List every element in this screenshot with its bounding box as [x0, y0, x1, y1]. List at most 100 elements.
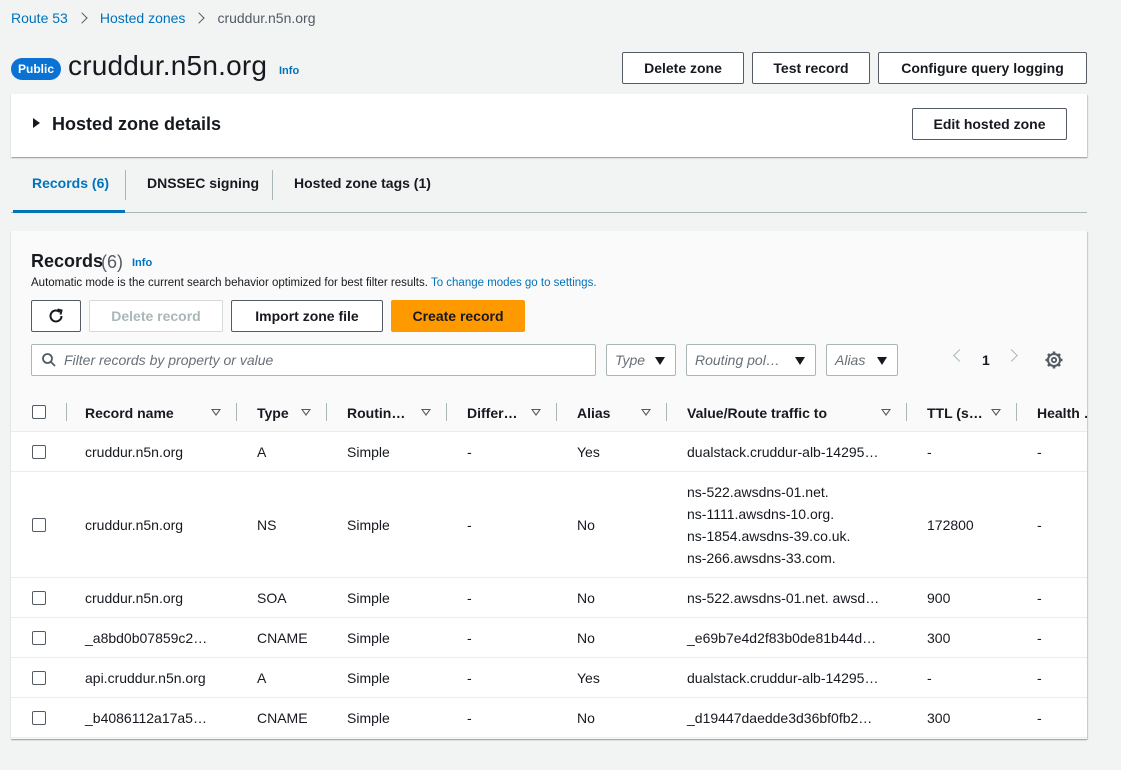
edit-hosted-zone-button[interactable]: Edit hosted zone [912, 108, 1067, 140]
sort-icon[interactable] [211, 409, 221, 416]
column-header-ttl[interactable]: TTL (s… [927, 405, 983, 421]
refresh-button[interactable] [31, 300, 81, 332]
column-header-type[interactable]: Type [257, 405, 289, 421]
row-checkbox[interactable] [32, 591, 46, 605]
tab-records[interactable]: Records (6) [32, 175, 109, 191]
record-differentiator: - [467, 517, 472, 533]
record-ttl: 300 [927, 710, 951, 726]
table-row[interactable]: _a8bd0b07859c2… CNAME Simple - No _e69b7… [11, 618, 1087, 658]
record-alias: No [577, 710, 595, 726]
column-header-health-check[interactable]: Health … [1037, 405, 1087, 421]
record-name: _b4086112a17a5… [85, 710, 207, 726]
table-row[interactable]: cruddur.n5n.org NS Simple - No ns-522.aw… [11, 472, 1087, 578]
type-filter-select[interactable]: Type [606, 344, 676, 376]
breadcrumb-hosted-zones[interactable]: Hosted zones [100, 10, 186, 26]
record-ttl: 300 [927, 630, 951, 646]
row-checkbox[interactable] [32, 518, 46, 532]
routing-filter-label: Routing pol… [695, 352, 780, 368]
record-type: SOA [257, 590, 287, 606]
table-header: Record name Type Routin… Differ… Alias V… [11, 392, 1087, 432]
caret-right-icon[interactable] [33, 118, 40, 128]
next-page-icon[interactable] [1005, 349, 1018, 362]
table-row[interactable]: cruddur.n5n.org SOA Simple - No ns-522.a… [11, 578, 1087, 618]
column-separator [556, 403, 557, 421]
sort-icon[interactable] [301, 409, 311, 416]
search-placeholder: Filter records by property or value [64, 352, 274, 368]
alias-filter-select[interactable]: Alias [826, 344, 898, 376]
record-value: _e69b7e4d2f83b0de81b44d… [687, 630, 877, 646]
row-checkbox[interactable] [32, 711, 46, 725]
ns-value-line: ns-1111.awsdns-10.org. [687, 506, 835, 522]
hosted-zone-details-panel: Hosted zone details Edit hosted zone [11, 94, 1087, 157]
records-description-text: Automatic mode is the current search beh… [31, 277, 428, 289]
change-modes-link[interactable]: To change modes go to settings. [431, 277, 597, 289]
tab-hosted-zone-tags[interactable]: Hosted zone tags (1) [294, 175, 431, 191]
row-checkbox[interactable] [32, 671, 46, 685]
title-info-link[interactable]: Info [279, 65, 299, 77]
record-type: CNAME [257, 710, 308, 726]
routing-policy-filter-select[interactable]: Routing pol… [686, 344, 816, 376]
record-routing: Simple [347, 517, 390, 533]
caret-down-icon [655, 357, 665, 365]
sort-icon[interactable] [991, 409, 1001, 416]
record-differentiator: - [467, 590, 472, 606]
breadcrumb-current: cruddur.n5n.org [217, 10, 316, 26]
create-record-button[interactable]: Create record [391, 300, 525, 332]
hosted-zone-details-toggle[interactable]: Hosted zone details [52, 114, 221, 135]
search-icon [42, 353, 56, 367]
column-header-value[interactable]: Value/Route traffic to [687, 405, 827, 421]
sort-icon[interactable] [641, 409, 651, 416]
table-row[interactable]: _b4086112a17a5… CNAME Simple - No _d1944… [11, 698, 1087, 738]
breadcrumb: Route 53 Hosted zones cruddur.n5n.org [11, 8, 316, 28]
record-differentiator: - [467, 670, 472, 686]
gear-icon[interactable] [1045, 351, 1063, 369]
record-ttl: - [927, 444, 932, 460]
delete-zone-button[interactable]: Delete zone [622, 52, 744, 84]
column-header-record-name[interactable]: Record name [85, 405, 174, 421]
sort-icon[interactable] [531, 409, 541, 416]
record-routing: Simple [347, 670, 390, 686]
column-separator [66, 403, 67, 421]
configure-query-logging-button[interactable]: Configure query logging [878, 52, 1087, 84]
record-health-check: - [1037, 710, 1042, 726]
current-page-number[interactable]: 1 [982, 352, 990, 368]
record-alias: No [577, 630, 595, 646]
column-separator [1016, 403, 1017, 421]
sort-icon[interactable] [421, 409, 431, 416]
import-zone-file-button[interactable]: Import zone file [231, 300, 383, 332]
record-health-check: - [1037, 444, 1042, 460]
table-row[interactable]: api.cruddur.n5n.org A Simple - Yes duals… [11, 658, 1087, 698]
column-separator [666, 403, 667, 421]
search-input[interactable]: Filter records by property or value [31, 344, 596, 376]
ns-value-line: ns-1854.awsdns-39.co.uk. [687, 528, 851, 544]
record-health-check: - [1037, 630, 1042, 646]
tab-dnssec-signing[interactable]: DNSSEC signing [147, 175, 259, 191]
column-header-routing-policy[interactable]: Routin… [347, 405, 405, 421]
column-separator [326, 403, 327, 421]
record-differentiator: - [467, 630, 472, 646]
breadcrumb-route53[interactable]: Route 53 [11, 10, 68, 26]
test-record-button[interactable]: Test record [752, 52, 870, 84]
previous-page-icon[interactable] [953, 349, 966, 362]
column-header-differentiator[interactable]: Differ… [467, 405, 518, 421]
record-type: A [257, 444, 267, 460]
chevron-right-icon [193, 12, 206, 24]
sort-icon[interactable] [881, 409, 891, 416]
record-differentiator: - [467, 444, 472, 460]
page-title: cruddur.n5n.org [68, 50, 268, 81]
row-checkbox[interactable] [32, 631, 46, 645]
record-alias: Yes [577, 670, 600, 686]
record-ttl: - [927, 670, 932, 686]
alias-filter-label: Alias [835, 352, 866, 368]
record-health-check: - [1037, 670, 1042, 686]
records-info-link[interactable]: Info [132, 257, 152, 269]
column-header-alias[interactable]: Alias [577, 405, 610, 421]
record-ttl: 900 [927, 590, 951, 606]
delete-record-button[interactable]: Delete record [89, 300, 223, 332]
record-health-check: - [1037, 517, 1042, 533]
select-all-checkbox[interactable] [32, 405, 46, 419]
column-separator [236, 403, 237, 421]
table-row[interactable]: cruddur.n5n.org A Simple - Yes dualstack… [11, 432, 1087, 472]
record-routing: Simple [347, 590, 390, 606]
row-checkbox[interactable] [32, 445, 46, 459]
